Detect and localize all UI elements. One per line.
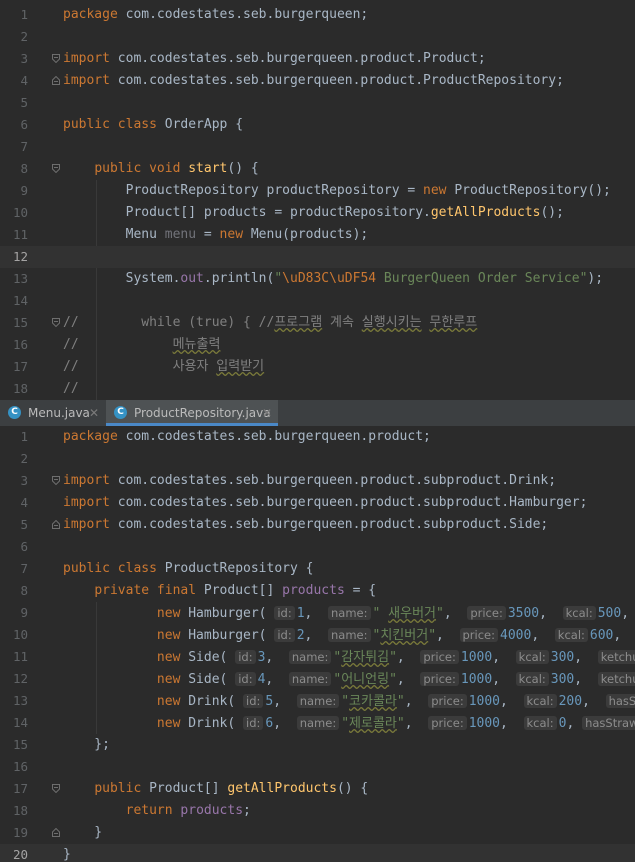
code-line[interactable]: 4 import com.codestates.seb.burgerqueen.p… (0, 70, 635, 92)
code-line[interactable]: 15 }; (0, 734, 635, 756)
line-number: 2 (20, 29, 28, 44)
fold-open-icon[interactable] (52, 318, 60, 327)
tab-label: ProductRepository.java (134, 406, 271, 420)
code-line[interactable]: 12 new Side( id: 4, name: "어니언링", price: 10… (0, 668, 635, 690)
java-class-icon: C (114, 406, 127, 419)
line-number: 14 (12, 715, 28, 730)
line-number: 8 (20, 161, 28, 176)
code-line[interactable]: 18 return products; (0, 800, 635, 822)
tab-productrepository-java[interactable]: C ProductRepository.java ✕ (106, 400, 278, 426)
code-line[interactable]: 17 public Product[] getAllProducts() { (0, 778, 635, 800)
code-line[interactable]: 9 new Hamburger( id: 1, name: " 새우버거", pri… (0, 602, 635, 624)
code-line[interactable]: 5 import com.codestates.seb.burgerqueen.p… (0, 514, 635, 536)
java-class-icon: C (8, 406, 21, 419)
code-line[interactable]: 8 private final Product[] products = { (0, 580, 635, 602)
code-line[interactable]: 11 Menu menu = new Menu(products); (0, 224, 635, 246)
line-number: 12 (12, 249, 28, 264)
line-number: 6 (20, 117, 28, 132)
fold-open-icon[interactable] (52, 164, 60, 173)
code-line[interactable]: 9 ProductRepository productRepository = … (0, 180, 635, 202)
code-line[interactable]: 2 (0, 26, 635, 48)
code-line[interactable]: 8 public void start() { (0, 158, 635, 180)
code-line[interactable]: 13 new Drink( id: 5, name: "코카콜라", price: 1… (0, 690, 635, 712)
fold-close-icon[interactable] (52, 76, 60, 85)
code-line[interactable]: 1 package com.codestates.seb.burgerqueen; (0, 4, 635, 26)
close-icon[interactable]: ✕ (89, 400, 99, 426)
fold-close-icon[interactable] (52, 828, 60, 837)
code-line[interactable]: 16 (0, 756, 635, 778)
code-line[interactable]: 3 import com.codestates.seb.burgerqueen.p… (0, 48, 635, 70)
line-number: 6 (20, 539, 28, 554)
fold-open-icon[interactable] (52, 54, 60, 63)
line-number: 15 (12, 737, 28, 752)
bottom-editor-pane[interactable]: 1 package com.codestates.seb.burgerqueen.… (0, 426, 635, 862)
code-line[interactable]: 17// 사용자 입력받기 (0, 356, 635, 378)
code-line[interactable]: 10 Product[] products = productRepositor… (0, 202, 635, 224)
code-line-current[interactable]: 12 (0, 246, 635, 268)
top-editor-pane[interactable]: 1 package com.codestates.seb.burgerqueen;… (0, 4, 635, 400)
line-number: 9 (20, 605, 28, 620)
tab-label: Menu.java (28, 406, 90, 420)
close-icon[interactable]: ✕ (262, 400, 272, 426)
line-number: 18 (12, 803, 28, 818)
line-number: 16 (12, 337, 28, 352)
line-number: 17 (12, 359, 28, 374)
line-number: 16 (12, 759, 28, 774)
code-line[interactable]: 14 new Drink( id: 6, name: "제로콜라", price: 1… (0, 712, 635, 734)
fold-open-icon[interactable] (52, 784, 60, 793)
code-line[interactable]: 7 public class ProductRepository { (0, 558, 635, 580)
code-line[interactable]: 16// 메뉴출력 (0, 334, 635, 356)
line-number: 14 (12, 293, 28, 308)
line-number: 4 (20, 73, 28, 88)
line-number: 19 (12, 825, 28, 840)
line-number: 9 (20, 183, 28, 198)
code-line[interactable]: 10 new Hamburger( id: 2, name: "치킨버거", pri… (0, 624, 635, 646)
line-number: 4 (20, 495, 28, 510)
code-line[interactable]: 3 import com.codestates.seb.burgerqueen.p… (0, 470, 635, 492)
line-number: 17 (12, 781, 28, 796)
code-line[interactable]: 11 new Side( id: 3, name: "감자튀김", price: 10… (0, 646, 635, 668)
code-line-current[interactable]: 20} (0, 844, 635, 862)
code-line[interactable]: 7 (0, 136, 635, 158)
editor-tab-bar: C Menu.java ✕ C ProductRepository.java ✕ (0, 400, 635, 427)
code-line[interactable]: 6 public class OrderApp { (0, 114, 635, 136)
line-number: 12 (12, 671, 28, 686)
line-number: 10 (12, 627, 28, 642)
code-line[interactable]: 6 (0, 536, 635, 558)
line-number: 15 (12, 315, 28, 330)
code-line[interactable]: 19 } (0, 822, 635, 844)
code-line[interactable]: 2 (0, 448, 635, 470)
code-line[interactable]: 13 System.out.println("\uD83C\uDF54 Burg… (0, 268, 635, 290)
line-number: 1 (20, 7, 28, 22)
line-number: 5 (20, 517, 28, 532)
line-number: 7 (20, 561, 28, 576)
line-number: 20 (12, 847, 28, 862)
line-number: 3 (20, 473, 28, 488)
code-line[interactable]: 18// (0, 378, 635, 400)
line-number: 7 (20, 139, 28, 154)
line-number: 5 (20, 95, 28, 110)
line-number: 18 (12, 381, 28, 396)
code-line[interactable]: 4 import com.codestates.seb.burgerqueen.p… (0, 492, 635, 514)
line-number: 2 (20, 451, 28, 466)
code-line[interactable]: 5 (0, 92, 635, 114)
line-number: 1 (20, 429, 28, 444)
line-number: 13 (12, 271, 28, 286)
code-line[interactable]: 15// while (true) { //프로그램 계속 실행시키는 무한루프 (0, 312, 635, 334)
tab-menu-java[interactable]: C Menu.java ✕ (0, 400, 106, 426)
line-number: 11 (12, 649, 28, 664)
line-number: 8 (20, 583, 28, 598)
line-number: 11 (12, 227, 28, 242)
line-number: 13 (12, 693, 28, 708)
code-line[interactable]: 14 (0, 290, 635, 312)
code-line[interactable]: 1 package com.codestates.seb.burgerqueen.… (0, 426, 635, 448)
fold-open-icon[interactable] (52, 476, 60, 485)
line-number: 3 (20, 51, 28, 66)
line-number: 10 (12, 205, 28, 220)
fold-close-icon[interactable] (52, 520, 60, 529)
